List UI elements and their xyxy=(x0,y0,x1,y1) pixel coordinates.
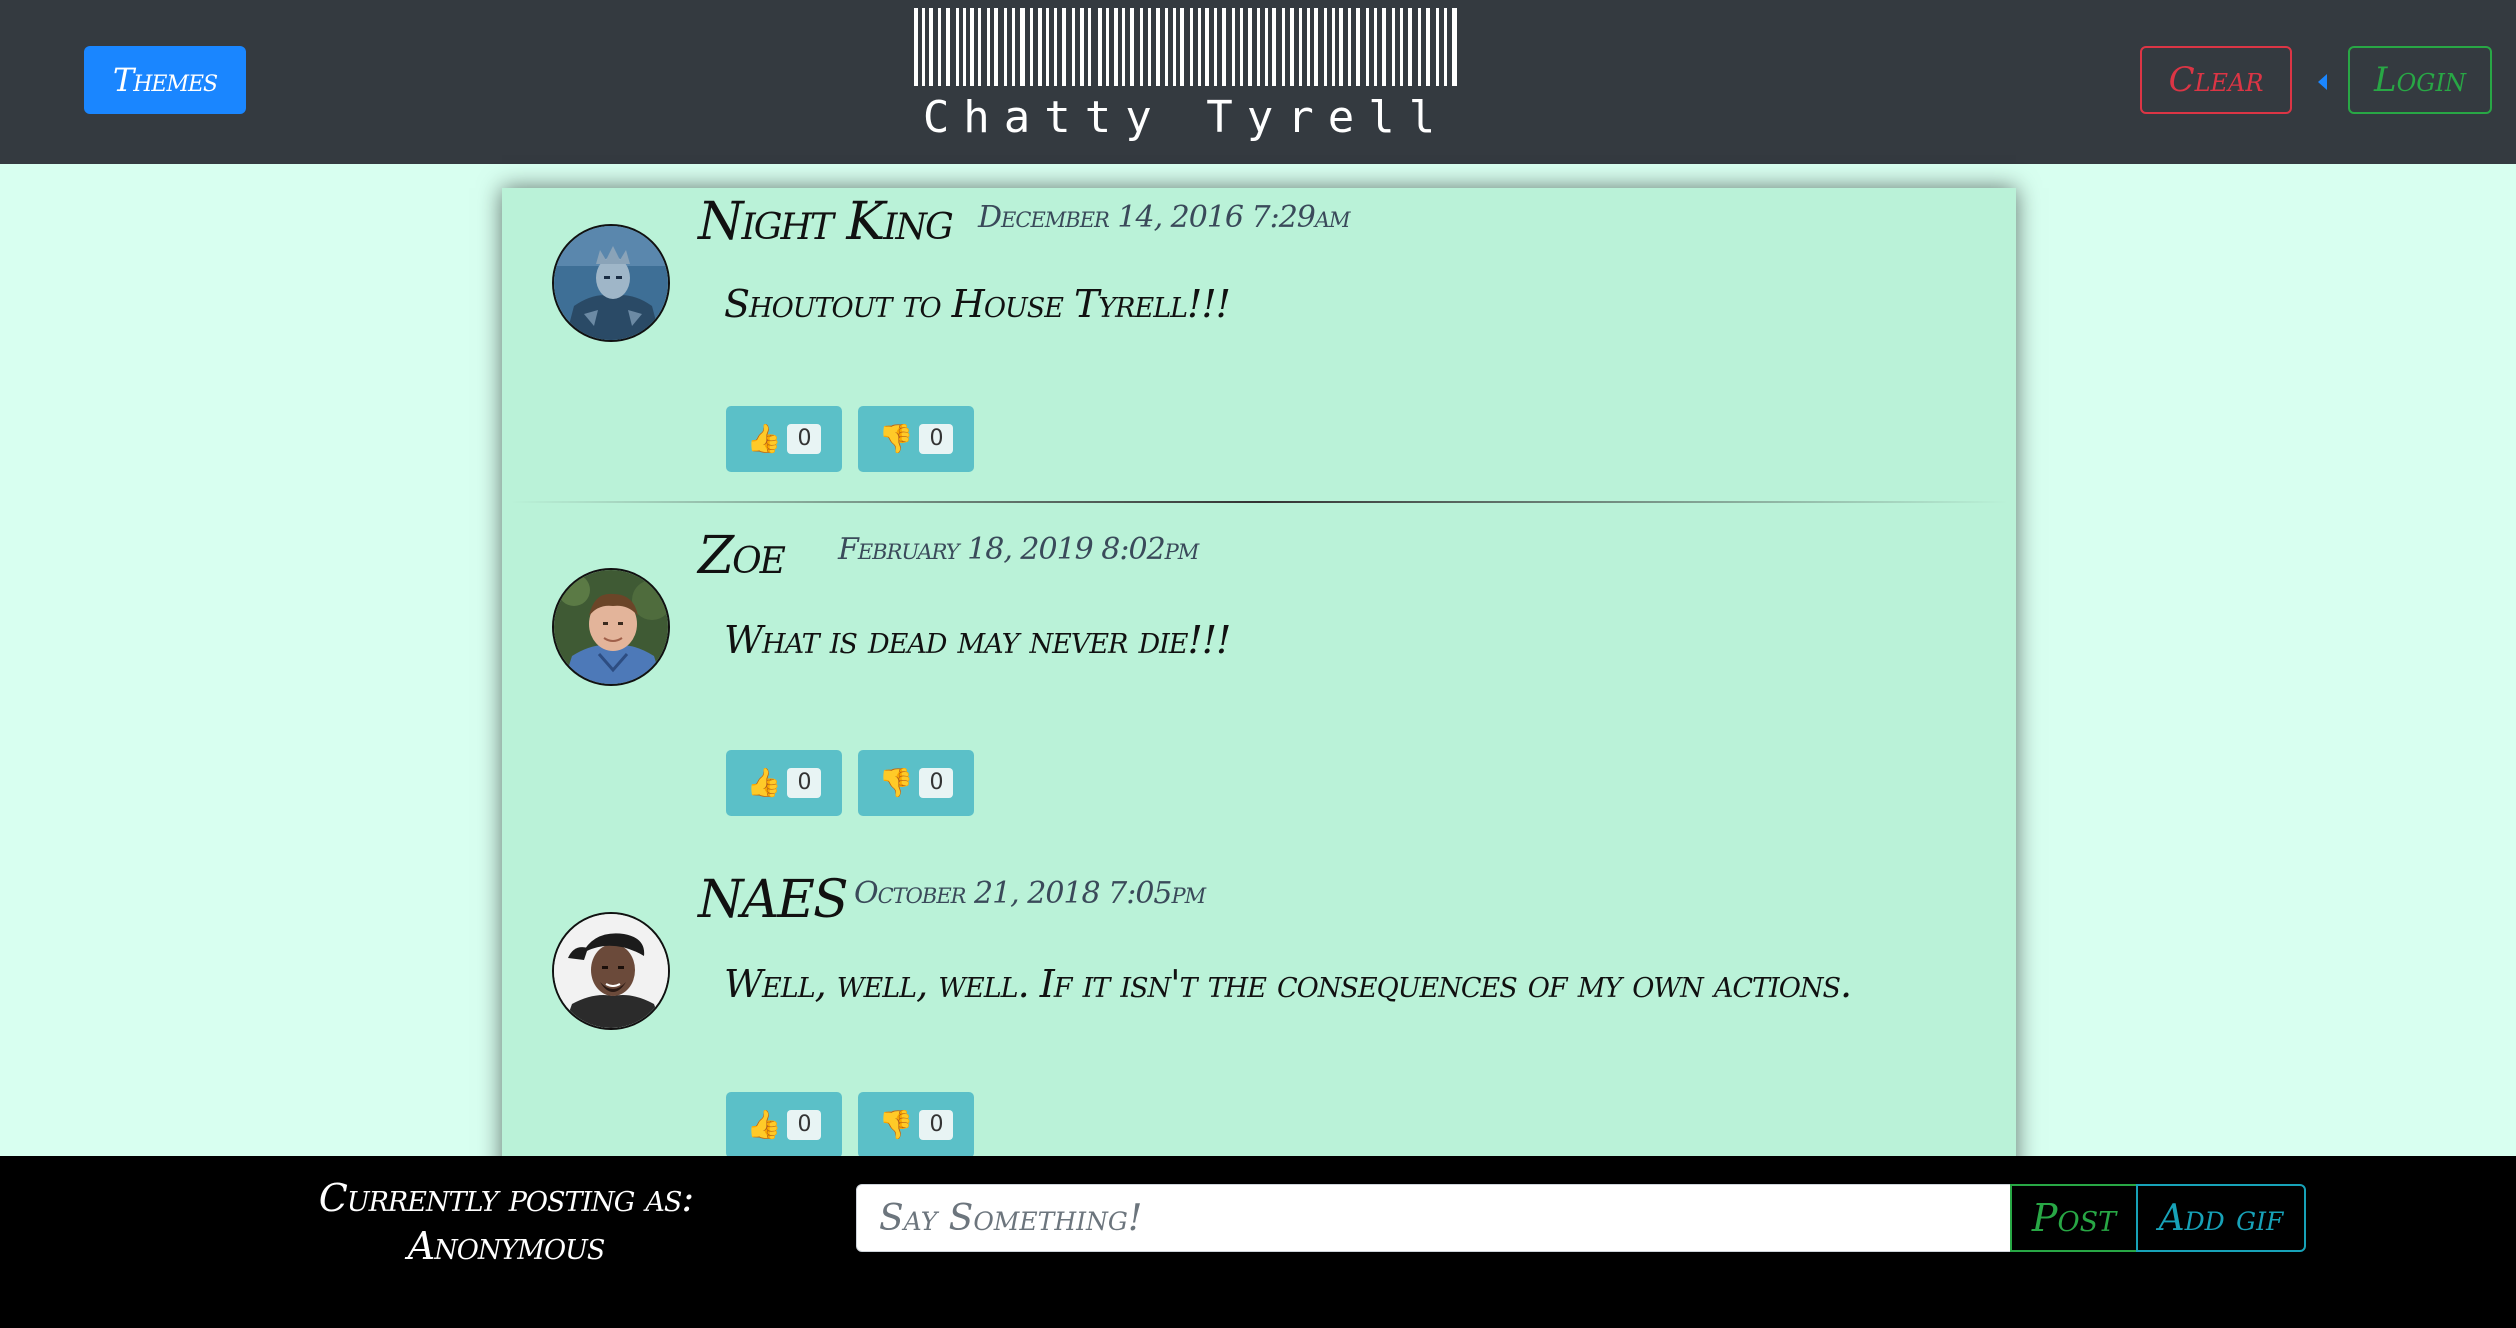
post-divider xyxy=(510,501,2008,503)
compose-bar: Currently posting as: Anonymous Post Add… xyxy=(0,1156,2516,1328)
add-gif-button[interactable]: Add gif xyxy=(2136,1184,2306,1252)
dislike-button[interactable]: 👎 0 xyxy=(858,406,974,472)
message-input[interactable] xyxy=(856,1184,2012,1252)
zoe-avatar xyxy=(552,568,670,686)
dislike-button[interactable]: 👎 0 xyxy=(858,1092,974,1158)
thumbs-up-icon: 👍 xyxy=(746,767,782,798)
themes-button[interactable]: Themes xyxy=(84,46,246,114)
like-count: 0 xyxy=(787,424,822,454)
post-message: Shoutout to House Tyrell!!! xyxy=(724,282,1231,326)
post-timestamp: October 21, 2018 7:05pm xyxy=(854,876,1206,911)
clear-button[interactable]: Clear xyxy=(2140,46,2292,114)
posting-as-label: Currently posting as: Anonymous xyxy=(312,1174,700,1270)
post-button[interactable]: Post xyxy=(2010,1184,2138,1252)
post-timestamp: December 14, 2016 7:29am xyxy=(978,200,1351,235)
dislike-button[interactable]: 👎 0 xyxy=(858,750,974,816)
post-author: NAES xyxy=(698,870,849,930)
site-logo[interactable]: Chatty Tyrell xyxy=(912,8,1460,143)
thumbs-up-icon: 👍 xyxy=(746,1109,782,1140)
naes-avatar xyxy=(552,912,670,1030)
thumbs-down-icon: 👎 xyxy=(878,423,914,454)
like-button[interactable]: 👍 0 xyxy=(726,1092,842,1158)
post-author: Night King xyxy=(698,192,954,252)
post-timestamp: February 18, 2019 8:02pm xyxy=(838,532,1199,567)
login-button[interactable]: Login xyxy=(2348,46,2492,114)
thumbs-down-icon: 👎 xyxy=(878,767,914,798)
thumbs-up-icon: 👍 xyxy=(746,423,782,454)
current-username: Anonymous xyxy=(407,1224,606,1268)
dislike-count: 0 xyxy=(919,768,954,798)
night-king-avatar xyxy=(552,224,670,342)
post-author: Zoe xyxy=(698,526,786,586)
like-count: 0 xyxy=(787,768,822,798)
barcode-icon xyxy=(912,8,1460,86)
dislike-count: 0 xyxy=(919,424,954,454)
logo-text: Chatty Tyrell xyxy=(922,92,1450,143)
posting-as-caption: Currently posting as: xyxy=(318,1176,694,1220)
dislike-count: 0 xyxy=(919,1110,954,1140)
caret-left-icon xyxy=(2318,74,2327,90)
like-count: 0 xyxy=(787,1110,822,1140)
post-message: Well, well, well. If it isn't the conseq… xyxy=(724,962,1852,1006)
navbar: Themes Chatty Tyrell Clear Login xyxy=(0,0,2516,164)
like-button[interactable]: 👍 0 xyxy=(726,406,842,472)
thumbs-down-icon: 👎 xyxy=(878,1109,914,1140)
post-message: What is dead may never die!!! xyxy=(724,618,1231,662)
like-button[interactable]: 👍 0 xyxy=(726,750,842,816)
